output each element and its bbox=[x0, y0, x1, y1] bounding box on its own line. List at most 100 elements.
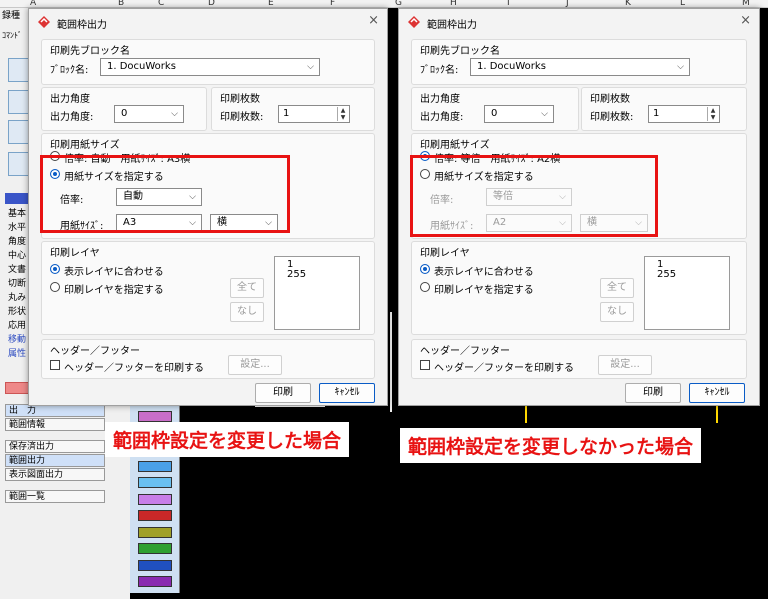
angle-dropdown[interactable]: 0 ⌵ bbox=[114, 105, 184, 123]
dropdown-value: 1. DocuWorks bbox=[477, 61, 546, 72]
angle-group: 出力角度 出力角度: 0 ⌵ bbox=[41, 87, 207, 131]
menu-item[interactable]: 基本 bbox=[8, 206, 26, 219]
settings-button[interactable]: 設定... bbox=[598, 355, 652, 375]
group-label: 印刷先ブロック名 bbox=[50, 46, 130, 57]
cancel-button[interactable]: ｷｬﾝｾﾙ bbox=[689, 383, 745, 403]
close-icon[interactable]: × bbox=[368, 13, 379, 28]
drawing-line bbox=[525, 405, 527, 423]
header-footer-label: ヘッダー／フッターを印刷する bbox=[64, 363, 204, 374]
menu-item[interactable]: 文書 bbox=[8, 262, 26, 275]
color-swatch[interactable] bbox=[138, 477, 172, 488]
color-swatch[interactable] bbox=[138, 411, 172, 422]
menu-item[interactable]: 形状 bbox=[8, 304, 26, 317]
layer-match-label: 表示レイヤに合わせる bbox=[434, 267, 534, 278]
settings-button[interactable]: 設定... bbox=[228, 355, 282, 375]
group-label: 印刷枚数 bbox=[220, 94, 260, 105]
print-button[interactable]: 印刷 bbox=[255, 383, 311, 403]
app-icon bbox=[38, 16, 50, 28]
block-dropdown[interactable]: 1. DocuWorks ⌵ bbox=[470, 58, 690, 76]
chevron-down-icon: ⌵ bbox=[541, 109, 548, 119]
group-label: 出力角度 bbox=[420, 94, 460, 105]
spin-arrows-icon[interactable]: ▲ ▼ bbox=[707, 107, 718, 121]
group-label: 印刷先ブロック名 bbox=[420, 46, 500, 57]
header-footer-checkbox[interactable] bbox=[420, 360, 430, 370]
highlight-box-unchanged bbox=[410, 155, 658, 237]
dialog-titlebar: 範囲枠出力 × bbox=[399, 9, 759, 35]
list-item[interactable]: 255 bbox=[287, 270, 347, 280]
block-label: ﾌﾞﾛｯｸ名: bbox=[420, 65, 459, 76]
color-swatch[interactable] bbox=[138, 543, 172, 554]
select-all-button[interactable]: 全て bbox=[600, 278, 634, 298]
menu-item[interactable]: 移動 bbox=[8, 332, 26, 345]
block-dropdown[interactable]: 1. DocuWorks ⌵ bbox=[100, 58, 320, 76]
copies-spinner[interactable]: 1 ▲ ▼ bbox=[648, 105, 720, 123]
select-none-button[interactable]: なし bbox=[230, 302, 264, 322]
selected-tab[interactable] bbox=[5, 193, 30, 204]
layer-specify-radio[interactable] bbox=[420, 282, 430, 292]
column-letter: I bbox=[507, 0, 510, 8]
block-label: ﾌﾞﾛｯｸ名: bbox=[50, 65, 89, 76]
saved-output-button[interactable]: 保存済出力 bbox=[5, 440, 105, 453]
group-label: 印刷レイヤ bbox=[420, 248, 470, 259]
angle-dropdown[interactable]: 0 ⌵ bbox=[484, 105, 554, 123]
layer-specify-radio[interactable] bbox=[50, 282, 60, 292]
color-swatch[interactable] bbox=[138, 576, 172, 587]
menu-item[interactable]: 水平 bbox=[8, 220, 26, 233]
select-all-button[interactable]: 全て bbox=[230, 278, 264, 298]
dropdown-value: 1. DocuWorks bbox=[107, 61, 176, 72]
close-icon[interactable]: × bbox=[740, 13, 751, 28]
header-footer-group: ヘッダー／フッター ヘッダー／フッターを印刷する 設定... bbox=[41, 339, 375, 379]
menu-item[interactable]: 属性 bbox=[8, 346, 26, 359]
dialog-title: 範囲枠出力 bbox=[57, 20, 107, 31]
header-footer-label: ヘッダー／フッターを印刷する bbox=[434, 363, 574, 374]
copies-spinner[interactable]: 1 ▲ ▼ bbox=[278, 105, 350, 123]
range-output-button[interactable]: 範囲出力 bbox=[5, 454, 105, 467]
column-letter: M bbox=[742, 0, 750, 8]
menu-item[interactable]: 丸み bbox=[8, 290, 26, 303]
color-swatch[interactable] bbox=[138, 460, 172, 472]
column-letter: G bbox=[395, 0, 402, 8]
range-list-button[interactable]: 範囲一覧 bbox=[5, 490, 105, 503]
chevron-down-icon: ⌵ bbox=[171, 109, 178, 119]
column-letter: B bbox=[118, 0, 125, 8]
menu-item[interactable]: 応用 bbox=[8, 318, 26, 331]
group-label: 出力角度 bbox=[50, 94, 90, 105]
drawing-line bbox=[390, 312, 392, 412]
group-label: 印刷レイヤ bbox=[50, 248, 100, 259]
spinner-value: 1 bbox=[653, 108, 660, 119]
list-item[interactable]: 255 bbox=[657, 270, 717, 280]
select-none-button[interactable]: なし bbox=[600, 302, 634, 322]
copies-group: 印刷枚数 印刷枚数: 1 ▲ ▼ bbox=[581, 87, 747, 131]
display-output-button[interactable]: 表示図面出力 bbox=[5, 468, 105, 481]
color-swatch[interactable] bbox=[138, 526, 172, 538]
chevron-down-icon: ⌵ bbox=[677, 62, 684, 72]
layer-specify-label: 印刷レイヤを指定する bbox=[434, 285, 534, 296]
app-icon bbox=[408, 16, 420, 28]
caption-unchanged: 範囲枠設定を変更しなかった場合 bbox=[400, 428, 702, 463]
range-info-button[interactable]: 範囲情報 bbox=[5, 418, 105, 431]
menu-item[interactable]: 切断 bbox=[8, 276, 26, 289]
group-label: ヘッダー／フッター bbox=[50, 346, 140, 357]
angle-group: 出力角度 出力角度: 0 ⌵ bbox=[411, 87, 579, 131]
angle-label: 出力角度: bbox=[50, 112, 94, 123]
column-letter: F bbox=[330, 0, 336, 8]
cancel-button[interactable]: ｷｬﾝｾﾙ bbox=[319, 383, 375, 403]
menu-item[interactable]: 中心 bbox=[8, 248, 26, 261]
dest-group: 印刷先ブロック名 ﾌﾞﾛｯｸ名: 1. DocuWorks ⌵ bbox=[411, 39, 747, 85]
color-swatch[interactable] bbox=[138, 493, 172, 505]
dropdown-value: 0 bbox=[491, 108, 498, 119]
color-swatch[interactable] bbox=[138, 559, 172, 571]
header-footer-checkbox[interactable] bbox=[50, 360, 60, 370]
spin-arrows-icon[interactable]: ▲ ▼ bbox=[337, 107, 348, 121]
spinner-value: 1 bbox=[283, 108, 290, 119]
layer-list[interactable]: 1 255 bbox=[644, 256, 730, 330]
color-swatch[interactable] bbox=[138, 510, 172, 521]
menu-item[interactable]: 角度 bbox=[8, 234, 26, 247]
highlight-box-changed bbox=[40, 155, 290, 233]
layer-list[interactable]: 1 255 bbox=[274, 256, 360, 330]
layer-match-radio[interactable] bbox=[50, 264, 60, 274]
column-letter: E bbox=[268, 0, 274, 8]
print-button[interactable]: 印刷 bbox=[625, 383, 681, 403]
layer-match-radio[interactable] bbox=[420, 264, 430, 274]
group-label: 印刷用紙サイズ bbox=[50, 140, 120, 151]
